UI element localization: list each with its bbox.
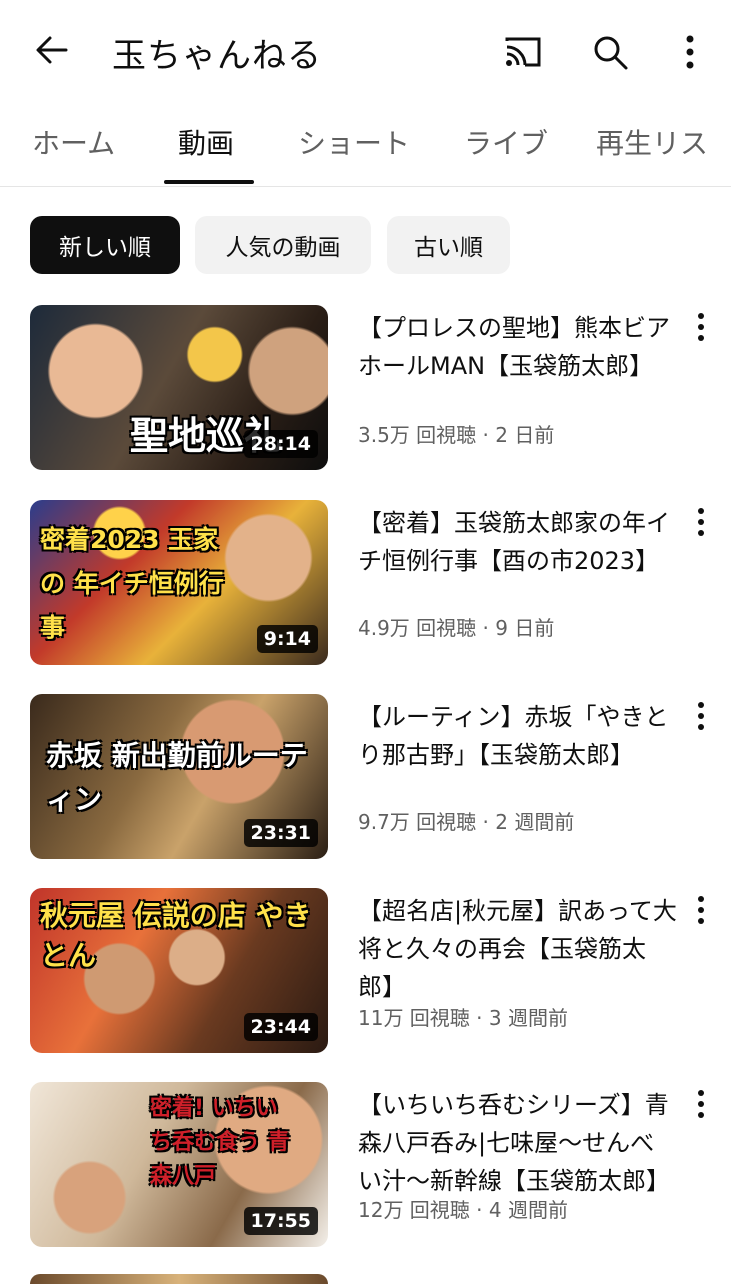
video-duration: 28:14 xyxy=(243,430,318,458)
video-thumbnail[interactable]: 密着! いちいち呑む食う 青森八戸 17:55 xyxy=(30,1082,328,1247)
video-title[interactable]: 【超名店|秋元屋】訳あって大将と久々の再会【玉袋筋太郎】 xyxy=(358,892,678,1006)
video-thumbnail-partial[interactable] xyxy=(30,1274,328,1284)
video-title[interactable]: 【密着】玉袋筋太郎家の年イチ恒例行事【酉の市2023】 xyxy=(358,504,678,580)
video-title[interactable]: 【ルーティン】赤坂「やきとり那古野」【玉袋筋太郎】 xyxy=(358,698,678,774)
video-meta: 3.5万 回視聴 · 2 日前 xyxy=(358,423,555,447)
tab-live[interactable]: ライブ xyxy=(464,122,548,162)
video-item[interactable]: 聖地巡礼 28:14 【プロレスの聖地】熊本ビアホールMAN【玉袋筋太郎】 3.… xyxy=(0,305,731,470)
video-duration: 23:31 xyxy=(243,819,318,847)
chip-popular[interactable]: 人気の動画 xyxy=(195,216,371,274)
back-arrow-icon[interactable] xyxy=(24,22,80,78)
more-vertical-icon[interactable] xyxy=(686,1086,716,1122)
video-item[interactable]: 密着! いちいち呑む食う 青森八戸 17:55 【いちいち呑むシリーズ】青森八戸… xyxy=(0,1082,731,1247)
video-meta: 11万 回視聴 · 3 週間前 xyxy=(358,1006,568,1030)
thumbnail-caption: 赤坂 新出勤前ルーティン xyxy=(46,739,308,816)
cast-icon[interactable] xyxy=(494,24,550,80)
active-tab-indicator xyxy=(164,180,254,184)
video-item[interactable]: 秋元屋 伝説の店 やきとん 23:44 【超名店|秋元屋】訳あって大将と久々の再… xyxy=(0,888,731,1053)
video-thumbnail[interactable]: 赤坂 新出勤前ルーティン 23:31 xyxy=(30,694,328,859)
video-meta: 12万 回視聴 · 4 週間前 xyxy=(358,1198,568,1222)
thumbnail-caption: 秋元屋 伝説の店 やきとん xyxy=(40,899,312,972)
video-duration: 17:55 xyxy=(243,1207,318,1235)
more-vertical-icon[interactable] xyxy=(662,24,718,80)
video-thumbnail[interactable]: 秋元屋 伝説の店 やきとん 23:44 xyxy=(30,888,328,1053)
more-vertical-icon[interactable] xyxy=(686,309,716,345)
app-header: 玉ちゃんねる xyxy=(0,0,731,104)
tab-playlists[interactable]: 再生リス xyxy=(596,122,708,162)
video-item[interactable]: 密着2023 玉家の 年イチ恒例行事 9:14 【密着】玉袋筋太郎家の年イチ恒例… xyxy=(0,500,731,665)
search-icon[interactable] xyxy=(582,24,638,80)
channel-title: 玉ちゃんねる xyxy=(112,36,322,76)
tab-home[interactable]: ホーム xyxy=(32,122,115,162)
more-vertical-icon[interactable] xyxy=(686,504,716,540)
thumbnail-caption: 密着! いちいち呑む食う 青森八戸 xyxy=(150,1096,290,1189)
video-title[interactable]: 【いちいち呑むシリーズ】青森八戸呑み|七味屋〜せんべい汁〜新幹線【玉袋筋太郎】 xyxy=(358,1086,678,1200)
channel-tabs: ホーム 動画 ショート ライブ 再生リス xyxy=(0,104,731,187)
video-meta: 9.7万 回視聴 · 2 週間前 xyxy=(358,810,575,834)
thumbnail-caption: 密着2023 玉家の 年イチ恒例行事 xyxy=(40,525,224,642)
video-item[interactable]: 赤坂 新出勤前ルーティン 23:31 【ルーティン】赤坂「やきとり那古野」【玉袋… xyxy=(0,694,731,859)
video-meta: 4.9万 回視聴 · 9 日前 xyxy=(358,616,555,640)
video-title[interactable]: 【プロレスの聖地】熊本ビアホールMAN【玉袋筋太郎】 xyxy=(358,309,678,385)
video-thumbnail[interactable]: 聖地巡礼 28:14 xyxy=(30,305,328,470)
video-duration: 9:14 xyxy=(256,625,318,653)
video-duration: 23:44 xyxy=(243,1013,318,1041)
more-vertical-icon[interactable] xyxy=(686,892,716,928)
tab-videos[interactable]: 動画 xyxy=(178,122,234,162)
more-vertical-icon[interactable] xyxy=(686,698,716,734)
chip-oldest[interactable]: 古い順 xyxy=(387,216,510,274)
tab-shorts[interactable]: ショート xyxy=(298,122,410,162)
video-thumbnail[interactable]: 密着2023 玉家の 年イチ恒例行事 9:14 xyxy=(30,500,328,665)
chip-newest[interactable]: 新しい順 xyxy=(30,216,180,274)
